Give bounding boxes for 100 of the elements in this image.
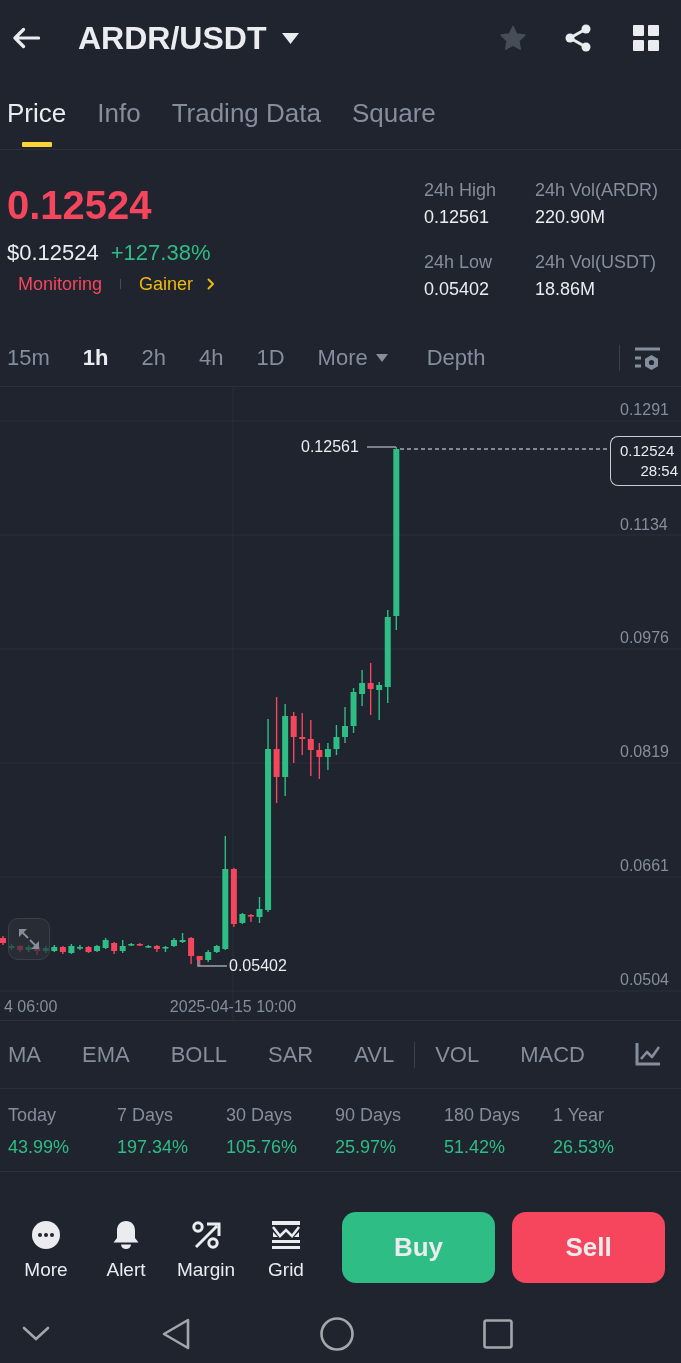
price-axis-label: 0.0661 [620, 856, 669, 876]
stat-value: 18.86M [535, 278, 597, 301]
period-label: 90 Days [335, 1104, 403, 1126]
price-axis-label: 0.0976 [620, 628, 669, 648]
falling-candle [85, 945, 92, 954]
expand-icon [17, 927, 41, 951]
period-change: 25.97% [335, 1136, 398, 1158]
period-change: 105.76% [226, 1136, 299, 1158]
share-icon[interactable] [564, 24, 592, 52]
caret-down-icon [375, 354, 388, 362]
back-arrow-icon[interactable] [12, 27, 40, 49]
period-label: 30 Days [226, 1104, 294, 1126]
period-label: 1 Year [553, 1104, 606, 1126]
interval-tab[interactable]: 4h [198, 345, 224, 371]
falling-candle [59, 945, 66, 955]
indicator-tab[interactable]: BOLL [170, 1041, 227, 1068]
rising-candle [179, 932, 186, 944]
falling-candle [153, 944, 160, 953]
rising-candle [350, 687, 357, 734]
low-price-label: 0.05402 [229, 956, 287, 976]
interval-tab[interactable]: 2h [141, 345, 166, 371]
price-change: +127.38% [110, 240, 211, 266]
falling-candle [367, 662, 374, 716]
interval-tab[interactable]: 15m [7, 345, 50, 371]
tab[interactable]: Price [7, 76, 67, 149]
indicator-tab[interactable]: MACD [520, 1041, 585, 1068]
more-icon[interactable] [31, 1220, 61, 1250]
period-change: 26.53% [553, 1136, 616, 1158]
high-price-label: 0.12561 [301, 437, 359, 457]
price-axis-label: 0.1291 [620, 400, 669, 420]
stat-label: 24h Vol(ARDR) [535, 179, 660, 202]
apps-grid-icon[interactable] [633, 25, 659, 51]
action-label[interactable]: Margin [176, 1259, 236, 1281]
stat-label: 24h Low [424, 251, 494, 274]
period-change: 43.99% [8, 1136, 71, 1158]
rising-candle [342, 706, 348, 744]
chart-grid-icon[interactable] [271, 1220, 301, 1250]
rising-candle [162, 945, 169, 953]
pair-title[interactable]: ARDR/USDT [78, 19, 267, 57]
leader-line [197, 959, 228, 967]
indicator-tab[interactable]: EMA [82, 1041, 130, 1068]
indicator-tab[interactable]: SAR [267, 1041, 314, 1068]
recent-apps-icon[interactable] [483, 1318, 513, 1349]
stat-value: 0.12561 [424, 206, 491, 229]
rising-candle [256, 896, 263, 924]
sell-button[interactable]: Sell [512, 1212, 665, 1283]
action-label[interactable]: Alert [106, 1259, 146, 1281]
chart-line-icon[interactable] [635, 1043, 660, 1066]
falling-candle [247, 913, 254, 923]
rising-candle [239, 912, 246, 925]
home-icon[interactable] [320, 1316, 354, 1351]
falling-candle [111, 941, 118, 955]
percent-arrow-icon[interactable] [191, 1220, 221, 1250]
falling-candle [136, 942, 143, 947]
indicator-tab[interactable]: VOL [435, 1041, 480, 1068]
caret-down-icon[interactable] [282, 32, 300, 44]
rising-candle [171, 937, 177, 948]
period-label: Today [8, 1104, 58, 1126]
rising-candle [145, 944, 152, 949]
leader-line [366, 446, 397, 448]
chevron-right-icon[interactable] [207, 278, 216, 290]
tab[interactable]: Info [97, 76, 141, 149]
action-label[interactable]: More [24, 1259, 68, 1281]
tag-label[interactable]: Gainer [139, 273, 194, 295]
stat-value: 220.90M [535, 206, 607, 229]
tab[interactable]: Square [351, 76, 436, 149]
falling-candle [290, 711, 297, 764]
tab[interactable]: Trading Data [171, 76, 321, 149]
period-change: 197.34% [117, 1136, 190, 1158]
chevron-down-icon[interactable] [22, 1326, 50, 1341]
more-dropdown[interactable]: More [317, 345, 388, 371]
falling-candle [230, 867, 237, 928]
period-change: 51.42% [444, 1136, 507, 1158]
back-icon[interactable] [161, 1317, 191, 1350]
falling-candle [0, 935, 6, 946]
price-axis-label: 0.1134 [620, 515, 668, 535]
falling-candle [316, 742, 323, 780]
stat-value: 0.05402 [424, 278, 491, 301]
stat-label: 24h Vol(USDT) [535, 251, 658, 274]
settings-icon[interactable] [635, 346, 660, 370]
indicator-tab[interactable]: MA [8, 1041, 41, 1068]
price-axis-label: 0.0504 [620, 970, 669, 990]
fiat-price: $0.12524 [7, 240, 99, 266]
depth-tab[interactable]: Depth [426, 345, 486, 371]
indicator-tab[interactable]: AVL [354, 1041, 395, 1068]
bell-icon[interactable] [111, 1220, 141, 1250]
interval-tab[interactable]: 1D [256, 345, 285, 371]
interval-tab[interactable]: 1h [82, 345, 109, 371]
star-icon[interactable] [499, 24, 527, 52]
last-price: 0.12524 [7, 183, 153, 227]
action-label[interactable]: Grid [268, 1259, 304, 1281]
expand-button[interactable] [8, 918, 50, 960]
last-price-label: 0.12524 [619, 441, 675, 461]
rising-candle [51, 944, 58, 953]
stat-label: 24h High [424, 179, 498, 202]
period-label: 180 Days [444, 1104, 522, 1126]
price-axis-label: 0.0819 [620, 742, 669, 762]
tag-label[interactable]: Monitoring [18, 273, 103, 295]
rising-candle [359, 669, 366, 707]
period-label: 7 Days [117, 1104, 175, 1126]
